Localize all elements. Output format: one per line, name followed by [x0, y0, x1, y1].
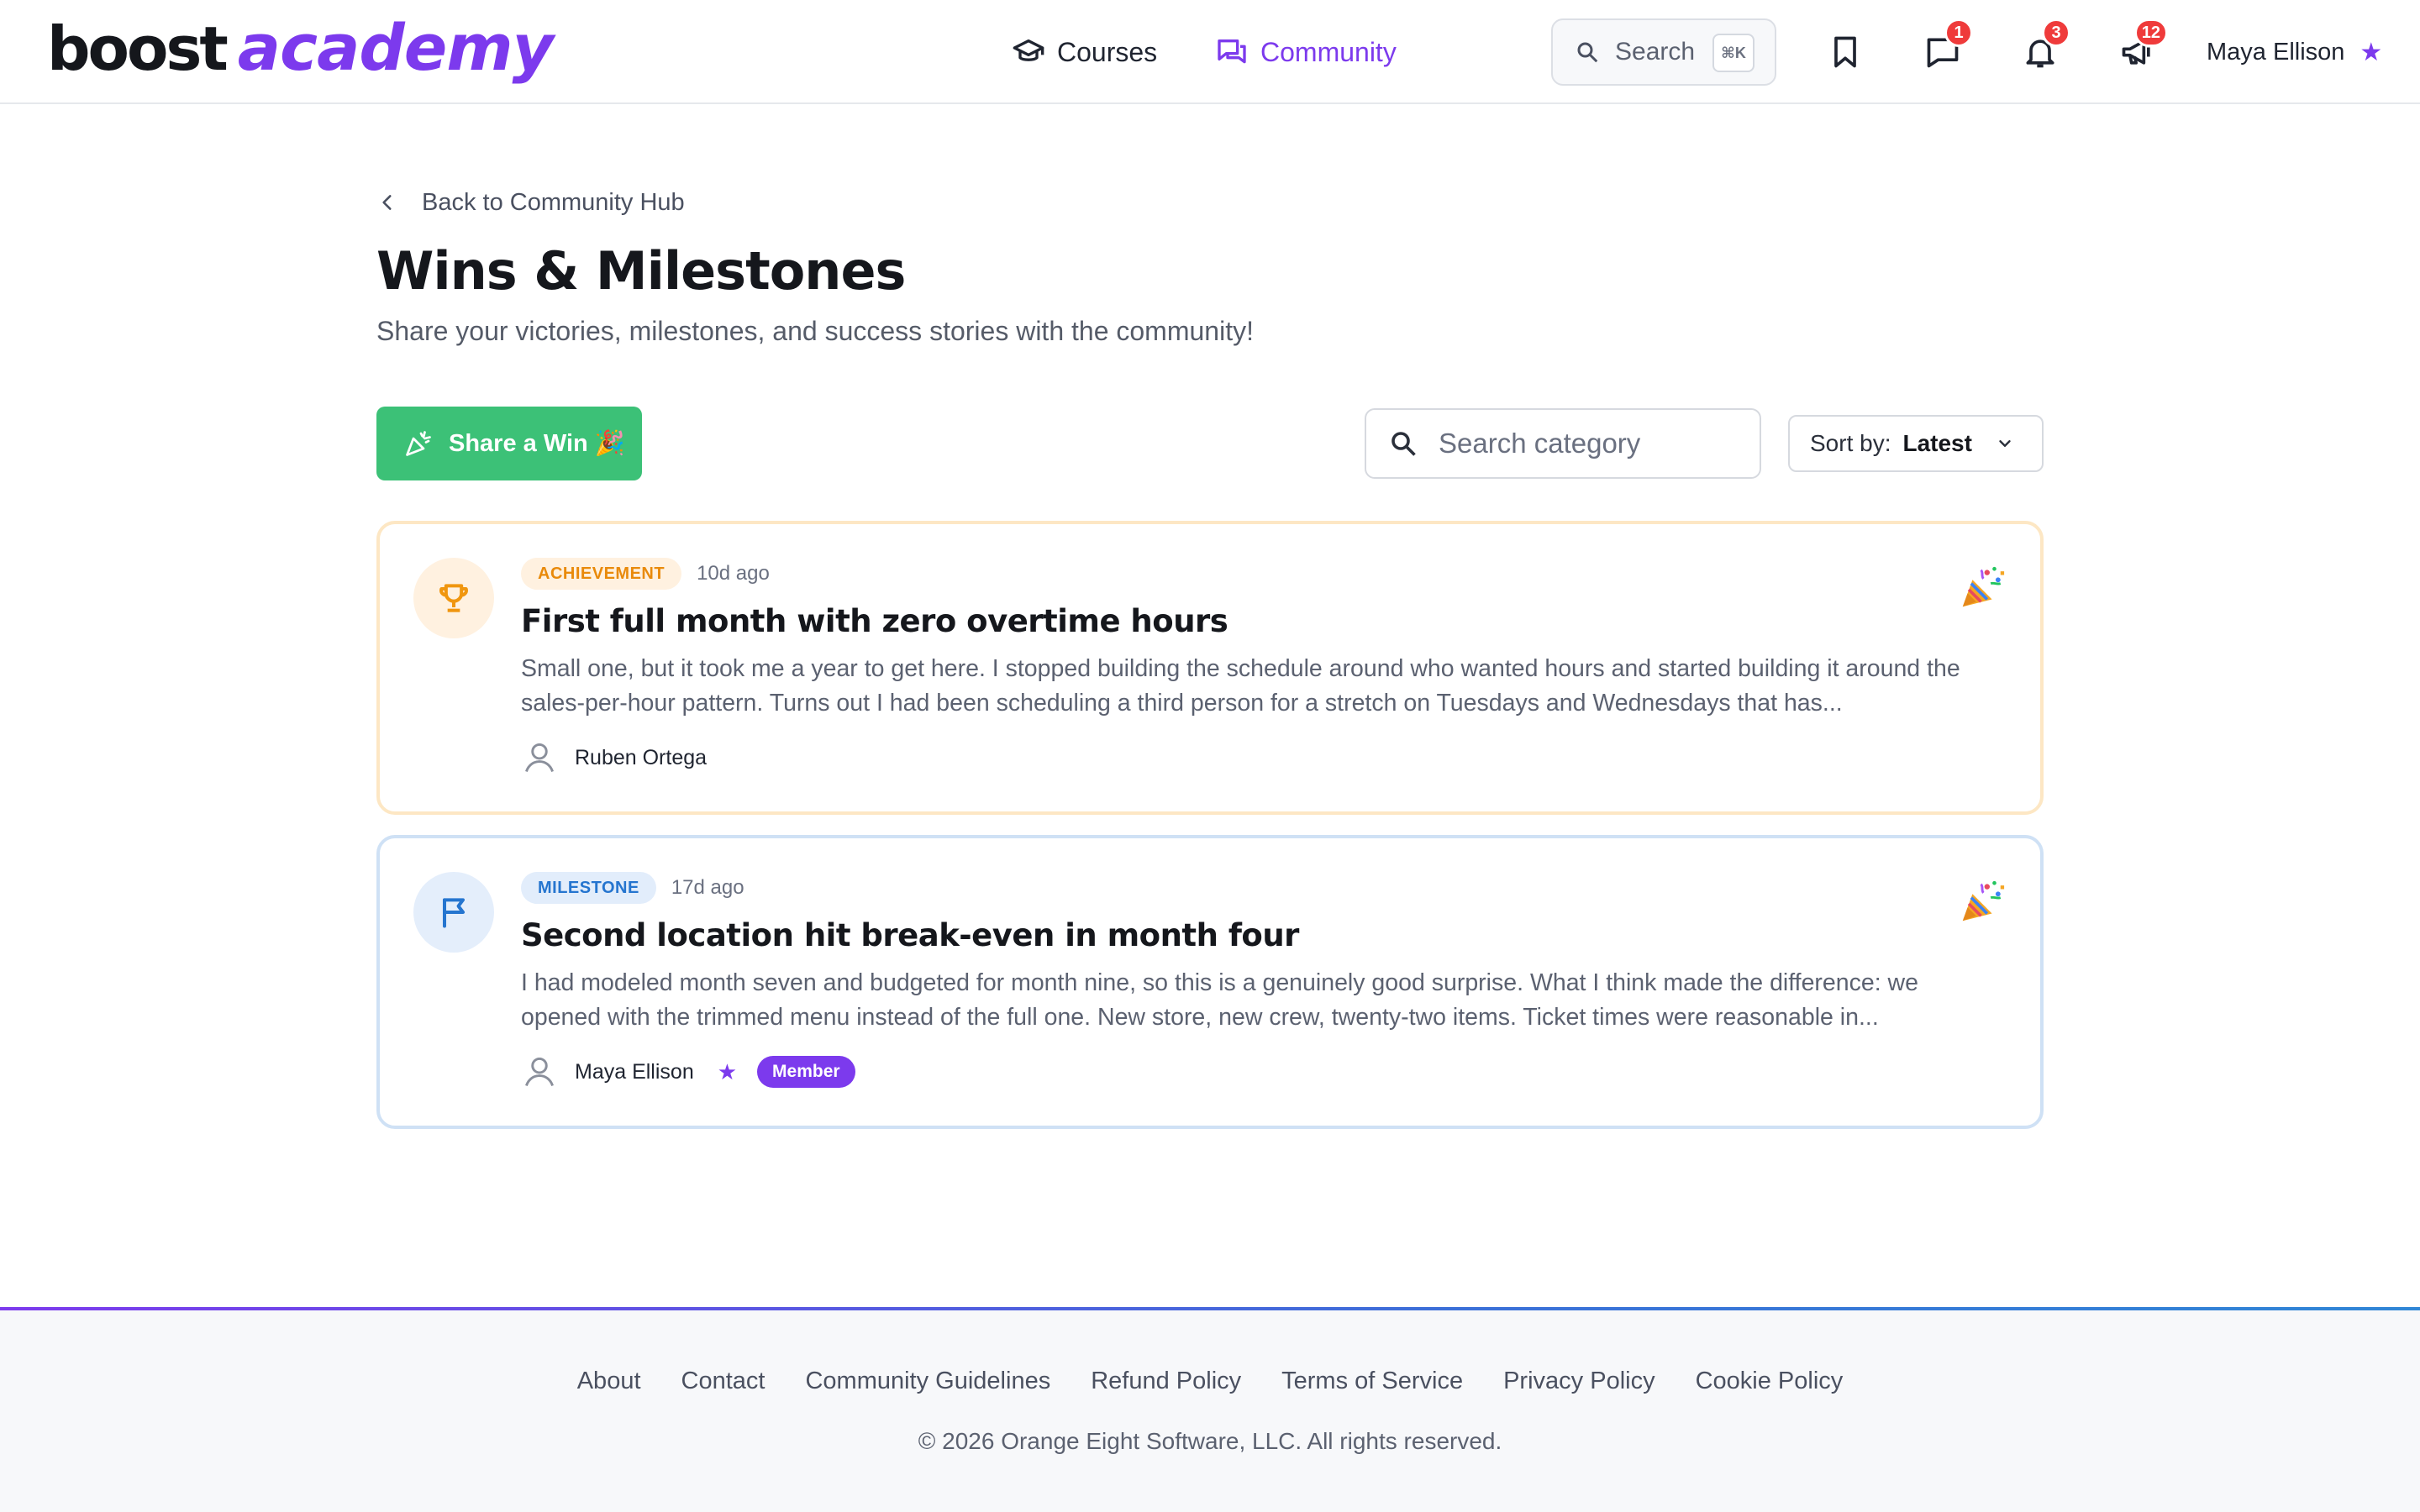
sort-label: Sort by: — [1810, 430, 1891, 456]
post-category-tag: ACHIEVEMENT — [521, 558, 682, 590]
user-avatar-icon — [525, 743, 554, 773]
global-search-button[interactable]: Search ⌘K — [1551, 18, 1776, 86]
notifications-button[interactable]: 3 — [2018, 18, 2070, 74]
post-meta: MILESTONE 17d ago — [521, 872, 744, 904]
post-excerpt: Small one, but it took me a year to get … — [521, 655, 1960, 717]
footer-link-about[interactable]: About — [577, 1368, 641, 1395]
back-link-label: Back to Community Hub — [422, 188, 685, 216]
party-popper-icon — [406, 431, 431, 456]
nav-courses[interactable]: Courses — [1012, 25, 1157, 79]
post-card-milestone[interactable]: MILESTONE 17d ago Second location hit br… — [376, 835, 2044, 1129]
logo-academy-text: academy — [237, 10, 554, 85]
post-type-icon-wrapper — [413, 872, 494, 953]
author-name: Maya Ellison — [575, 1059, 694, 1084]
bookmark-icon — [1834, 36, 1856, 68]
author-name: Ruben Ortega — [575, 745, 708, 769]
category-search — [1365, 408, 1761, 479]
category-search-input[interactable] — [1439, 428, 1741, 459]
share-a-win-button[interactable]: Share a Win 🎉 — [376, 407, 642, 480]
chevron-left-icon — [382, 195, 392, 210]
post-title[interactable]: First full month with zero overtime hour… — [521, 603, 1228, 639]
party-popper-icon — [1962, 880, 2005, 921]
logo-boost-text: boost — [47, 13, 229, 84]
post-category-tag: MILESTONE — [521, 872, 656, 904]
notifications-count-badge: 3 — [2042, 18, 2070, 47]
celebrate-reaction-button[interactable] — [1958, 877, 2007, 926]
global-search-label: Search — [1615, 38, 1696, 66]
footer-links: About Contact Community Guidelines Refun… — [0, 1368, 2420, 1395]
post-author[interactable]: Maya Ellison ★ Member — [521, 1053, 855, 1090]
messages-button[interactable]: 1 — [1921, 18, 1973, 74]
search-icon — [1392, 432, 1416, 456]
back-to-hub-link[interactable]: Back to Community Hub — [376, 185, 685, 220]
footer-link-refund-policy[interactable]: Refund Policy — [1091, 1368, 1241, 1395]
member-star-icon: ★ — [2360, 38, 2383, 66]
post-meta: ACHIEVEMENT 10d ago — [521, 558, 770, 590]
footer-link-privacy-policy[interactable]: Privacy Policy — [1503, 1368, 1655, 1395]
post-timestamp: 17d ago — [671, 876, 744, 899]
user-menu[interactable]: Maya Ellison ★ — [2207, 29, 2382, 76]
flag-icon — [442, 898, 466, 928]
footer-link-community-guidelines[interactable]: Community Guidelines — [805, 1368, 1050, 1395]
trophy-icon — [439, 584, 468, 612]
announcements-count-badge: 12 — [2133, 18, 2168, 47]
nav-community[interactable]: Community — [1215, 25, 1397, 79]
announcements-button[interactable]: 12 — [2116, 18, 2168, 74]
sort-dropdown[interactable]: Sort by: Latest — [1788, 415, 2044, 472]
footer-gradient-divider — [0, 1307, 2420, 1310]
copyright-text: © 2026 Orange Eight Software, LLC. All r… — [918, 1428, 1502, 1454]
footer-link-contact[interactable]: Contact — [681, 1368, 765, 1395]
post-card-achievement[interactable]: ACHIEVEMENT 10d ago First full month wit… — [376, 521, 2044, 815]
footer-link-terms-of-service[interactable]: Terms of Service — [1281, 1368, 1463, 1395]
sort-value: Latest — [1902, 430, 1972, 456]
post-excerpt: I had modeled month seven and budgeted f… — [521, 969, 1918, 1031]
boost-academy-logo[interactable]: boost academy — [47, 10, 554, 94]
footer-link-cookie-policy[interactable]: Cookie Policy — [1696, 1368, 1844, 1395]
member-badge: Member — [757, 1056, 855, 1088]
page-footer: About Contact Community Guidelines Refun… — [0, 1307, 2420, 1512]
post-title[interactable]: Second location hit break-even in month … — [521, 917, 1299, 953]
post-author[interactable]: Ruben Ortega — [521, 739, 707, 776]
post-timestamp: 10d ago — [697, 562, 770, 585]
messages-count-badge: 1 — [1944, 18, 1973, 47]
member-star-icon: ★ — [717, 1058, 738, 1084]
user-avatar-icon — [525, 1057, 554, 1087]
search-icon — [1577, 42, 1598, 63]
post-type-icon-wrapper — [413, 558, 494, 638]
celebrate-reaction-button[interactable] — [1958, 563, 2007, 612]
share-a-win-label: Share a Win 🎉 — [449, 430, 625, 457]
user-name: Maya Ellison — [2207, 38, 2345, 66]
graduation-cap-icon — [1013, 39, 1044, 61]
search-shortcut-hint: ⌘K — [1712, 34, 1754, 72]
bookmarks-button[interactable] — [1823, 30, 1867, 74]
nav-community-label: Community — [1260, 36, 1397, 67]
page-title: Wins & Milestones — [376, 240, 906, 302]
nav-courses-label: Courses — [1057, 36, 1158, 67]
page-subtitle: Share your victories, milestones, and su… — [376, 316, 1254, 346]
top-header: boost academy Courses Community Search ⌘… — [0, 0, 2420, 104]
chevron-down-icon — [1999, 440, 2011, 447]
chat-bubbles-icon — [1218, 39, 1246, 64]
party-popper-icon — [1962, 566, 2005, 607]
